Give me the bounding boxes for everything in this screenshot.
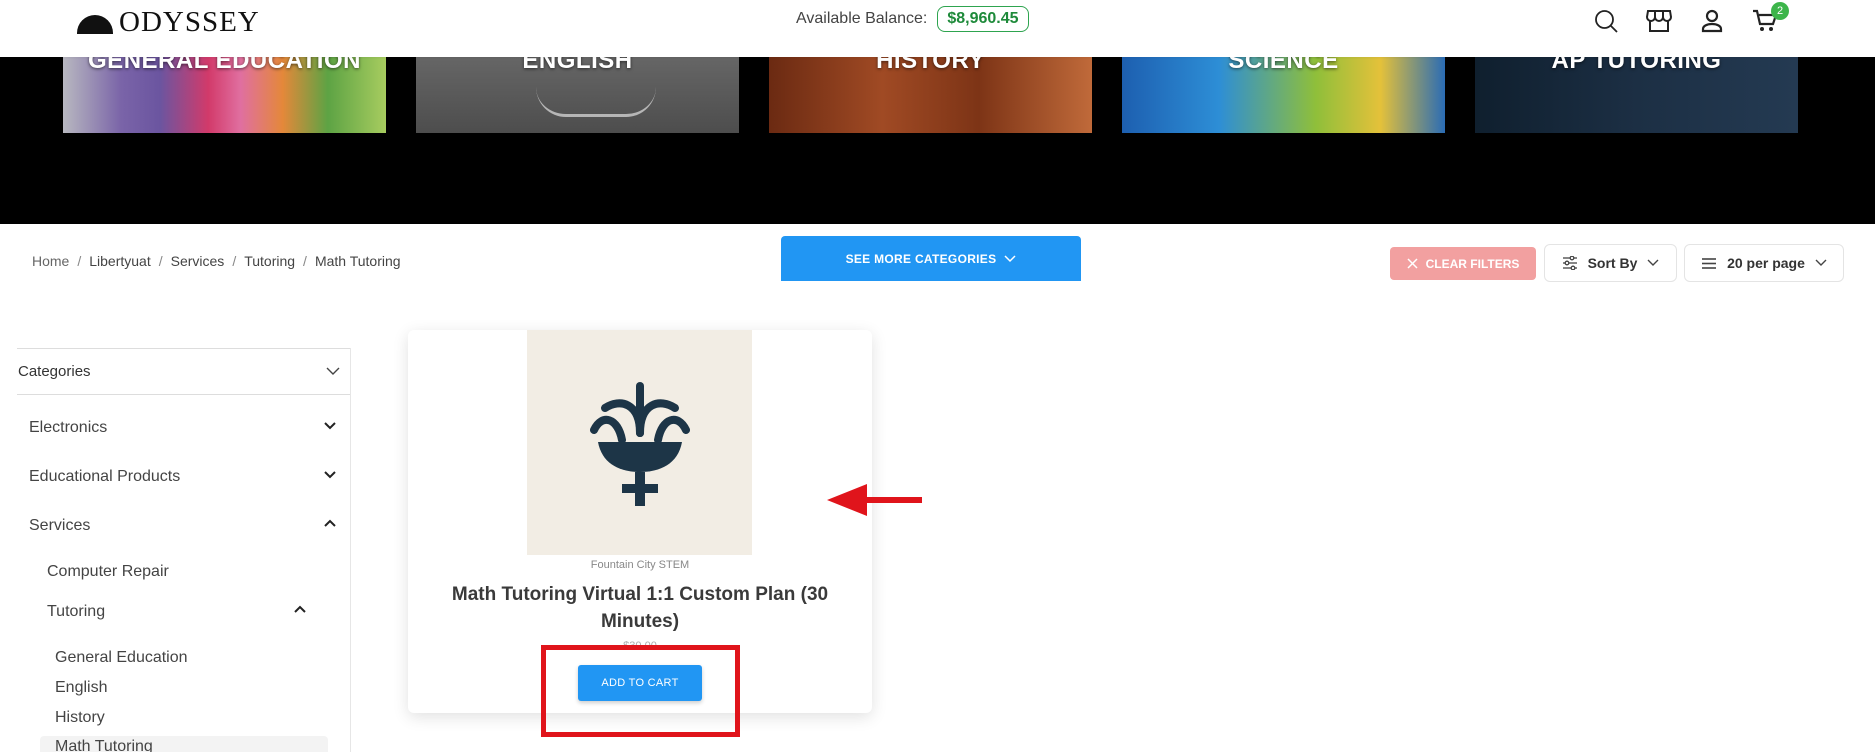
logo-mark-icon [77, 15, 113, 34]
category-tile-label: GENERAL EDUCATION [88, 57, 361, 74]
see-more-categories-button[interactable]: SEE MORE CATEGORIES [781, 236, 1081, 281]
logo-text: ODYSSEY [119, 6, 260, 38]
balance-label: Available Balance: [796, 10, 928, 27]
clear-filters-button[interactable]: CLEAR FILTERS [1390, 247, 1536, 280]
logo[interactable]: ODYSSEY [77, 6, 260, 39]
chevron-down-icon [1004, 254, 1016, 262]
category-tile-history[interactable]: HISTORY [769, 57, 1092, 133]
product-vendor: Fountain City STEM [590, 559, 690, 571]
sort-by-dropdown[interactable]: Sort By [1544, 244, 1677, 282]
chevron-down-icon [1647, 259, 1659, 266]
user-icon[interactable] [1698, 7, 1726, 35]
chevron-up-icon[interactable] [293, 602, 307, 621]
see-more-label: SEE MORE CATEGORIES [845, 251, 997, 266]
annotation-arrow-left-icon [827, 484, 922, 516]
header-icons: 2 [1592, 2, 1789, 35]
close-icon [1407, 258, 1418, 269]
breadcrumb-separator: / [158, 253, 163, 269]
chevron-down-icon [1815, 259, 1827, 266]
chevron-down-icon[interactable] [323, 467, 337, 486]
category-tile-ap-tutoring[interactable]: AP TUTORING [1475, 57, 1798, 133]
per-page-dropdown[interactable]: 20 per page [1684, 244, 1844, 282]
chevron-down-icon [326, 367, 340, 375]
site-header: ODYSSEY Available Balance: $8,960.45 2 [0, 0, 1875, 57]
breadcrumb-tutoring[interactable]: Tutoring [244, 253, 295, 269]
annotation-highlight-box [541, 645, 740, 737]
clear-filters-label: CLEAR FILTERS [1425, 256, 1520, 271]
sidebar-item-label: Computer Repair [47, 563, 169, 580]
search-icon[interactable] [1592, 7, 1620, 35]
sidebar-item-label: English [55, 679, 108, 696]
chevron-down-icon[interactable] [323, 418, 337, 437]
sidebar-item-math-tutoring[interactable]: Math Tutoring [55, 738, 153, 752]
store-icon[interactable] [1645, 7, 1673, 35]
breadcrumb-home[interactable]: Home [32, 253, 69, 269]
breadcrumb-libertyuat[interactable]: Libertyuat [89, 253, 150, 269]
sort-by-label: Sort By [1587, 255, 1638, 271]
list-icon [1702, 257, 1717, 269]
sidebar-item-label: Educational Products [29, 467, 181, 485]
fountain-icon [589, 381, 690, 506]
sidebar-item-electronics[interactable]: Electronics [29, 418, 337, 437]
sidebar-item-label: History [55, 709, 105, 726]
breadcrumb-separator: / [77, 253, 82, 269]
cart-icon[interactable]: 2 [1751, 2, 1789, 35]
sidebar-item-computer-repair[interactable]: Computer Repair [47, 563, 169, 581]
breadcrumb-separator: / [303, 253, 307, 269]
category-sidebar: Categories Electronics Educational Produ… [17, 348, 351, 752]
categories-header[interactable]: Categories [17, 348, 350, 395]
breadcrumb-current: Math Tutoring [314, 253, 401, 269]
sidebar-item-label: Electronics [29, 418, 108, 436]
category-tile-english[interactable]: ENGLISH [416, 57, 739, 133]
sidebar-item-label: Math Tutoring [55, 738, 153, 752]
sidebar-item-services[interactable]: Services [29, 516, 337, 535]
category-tile-science[interactable]: SCIENCE [1122, 57, 1445, 133]
sidebar-item-history[interactable]: History [55, 709, 105, 727]
sidebar-item-educational-products[interactable]: Educational Products [29, 467, 337, 486]
chalkboard-decoration [536, 77, 656, 117]
balance-amount: $8,960.45 [937, 6, 1029, 32]
product-title[interactable]: Math Tutoring Virtual 1:1 Custom Plan (3… [428, 581, 852, 635]
sidebar-item-label: Tutoring [47, 602, 106, 620]
filter-sliders-icon [1562, 256, 1577, 270]
cart-count-badge: 2 [1771, 2, 1789, 20]
category-tile-label: HISTORY [876, 57, 985, 74]
category-tile-label: AP TUTORING [1551, 57, 1722, 74]
sidebar-item-label: Services [29, 516, 91, 534]
sidebar-item-english[interactable]: English [55, 679, 107, 697]
sidebar-item-label: General Education [55, 649, 188, 666]
breadcrumb: Home / Libertyuat / Services / Tutoring … [32, 253, 401, 269]
categories-title: Categories [18, 363, 91, 380]
breadcrumb-services[interactable]: Services [171, 253, 225, 269]
sidebar-item-tutoring[interactable]: Tutoring [47, 602, 307, 621]
chevron-up-icon[interactable] [323, 516, 337, 535]
balance-display: Available Balance: $8,960.45 [796, 6, 1029, 32]
breadcrumb-separator: / [232, 253, 237, 269]
category-tile-general-education[interactable]: GENERAL EDUCATION [63, 57, 386, 133]
category-banner: GENERAL EDUCATION ENGLISH HISTORY SCIENC… [0, 57, 1875, 281]
category-tile-label: ENGLISH [522, 57, 633, 74]
sidebar-item-general-education[interactable]: General Education [55, 649, 188, 667]
per-page-label: 20 per page [1727, 255, 1805, 271]
product-image[interactable] [527, 330, 752, 555]
category-tile-label: SCIENCE [1228, 57, 1339, 74]
